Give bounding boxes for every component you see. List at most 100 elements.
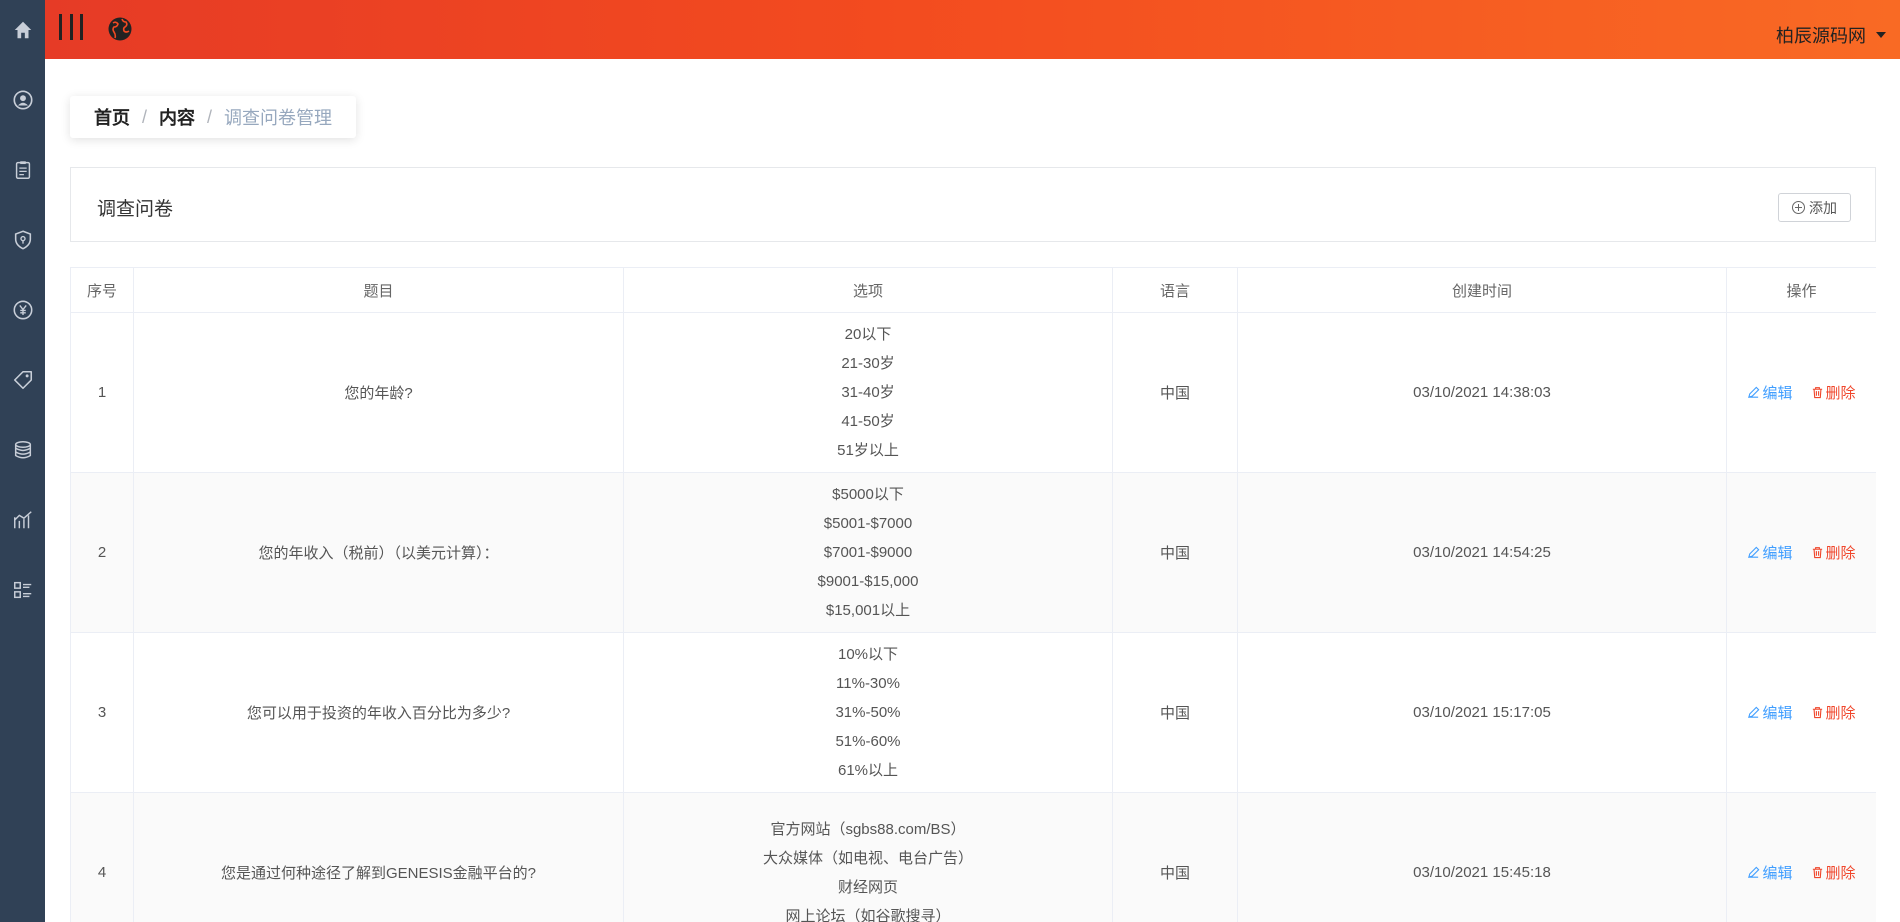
cell-question: 您的年龄?: [133, 312, 624, 473]
edit-label: 编辑: [1762, 385, 1793, 402]
cell-language: 中国: [1112, 632, 1238, 793]
breadcrumb-separator: /: [142, 106, 148, 127]
option-item: 61%以上: [837, 762, 899, 779]
cell-options: 10%以下 11%-30% 31%-50% 51%-60% 61%以上: [623, 632, 1113, 793]
edit-label: 编辑: [1762, 545, 1793, 562]
breadcrumb-separator: /: [207, 106, 213, 127]
option-item: 10%以下: [837, 646, 899, 663]
survey-table: 序号 题目 选项 语言 创建时间 操作 1 您的年龄? 20以下 21-30岁 31…: [70, 267, 1876, 922]
option-item: 11%-30%: [836, 675, 900, 692]
table-row: 3 您可以用于投资的年收入百分比为多少? 10%以下 11%-30% 31%-50%…: [70, 632, 1876, 793]
cell-language: 中国: [1112, 792, 1238, 922]
cell-options: 官方网站（sgbs88.com/BS） 大众媒体（如电视、电台广告） 财经网页 网上论…: [623, 792, 1113, 922]
column-header-created: 创建时间: [1237, 267, 1727, 313]
option-item: 31%-50%: [835, 704, 901, 721]
cell-question: 您是通过何种途径了解到GENESIS金融平台的?: [133, 792, 624, 922]
trash-icon: [1812, 867, 1822, 879]
table-row: 4 您是通过何种途径了解到GENESIS金融平台的? 官方网站（sgbs88.c…: [70, 792, 1876, 922]
cell-question: 您的年收入（税前）（以美元计算）：: [133, 472, 624, 633]
cell-index: 1: [70, 312, 134, 473]
delete-label: 删除: [1825, 385, 1856, 402]
edit-label: 编辑: [1762, 865, 1793, 882]
sidebar: [0, 0, 45, 922]
option-item: 51%-60%: [835, 733, 901, 750]
top-header: 柏辰源码网: [45, 0, 1900, 59]
site-name: 柏辰源码网: [1776, 26, 1866, 46]
column-header-language: 语言: [1112, 267, 1238, 313]
option-item: 51岁以上: [837, 442, 899, 459]
caret-down-icon: [1876, 32, 1886, 38]
column-header-question: 题目: [133, 267, 624, 313]
cell-question: 您可以用于投资的年收入百分比为多少?: [133, 632, 624, 793]
delete-button[interactable]: 删除: [1811, 382, 1856, 403]
option-item: 31-40岁: [841, 384, 895, 401]
option-item: 41-50岁: [841, 413, 895, 430]
cell-created: 03/10/2021 15:17:05: [1237, 632, 1727, 793]
menu-toggle-icon[interactable]: [59, 14, 83, 42]
user-menu[interactable]: 柏辰源码网: [1776, 22, 1886, 48]
cell-language: 中国: [1112, 312, 1238, 473]
table-row: 1 您的年龄? 20以下 21-30岁 31-40岁 41-50岁 51岁以上 中国 0…: [70, 312, 1876, 473]
list-icon[interactable]: [0, 570, 45, 610]
cell-created: 03/10/2021 15:45:18: [1237, 792, 1727, 922]
breadcrumb-content[interactable]: 内容: [159, 104, 195, 130]
cell-actions: 编辑 删除: [1726, 632, 1876, 793]
plus-circle-icon: [1792, 201, 1805, 214]
cell-index: 3: [70, 632, 134, 793]
edit-button[interactable]: 编辑: [1747, 382, 1793, 403]
edit-button[interactable]: 编辑: [1747, 702, 1793, 723]
cell-index: 4: [70, 792, 134, 922]
edit-label: 编辑: [1762, 705, 1793, 722]
add-button-label: 添加: [1809, 199, 1837, 216]
column-header-options: 选项: [623, 267, 1113, 313]
delete-label: 删除: [1825, 545, 1856, 562]
trash-icon: [1812, 707, 1822, 719]
option-item: 20以下: [844, 326, 892, 343]
cell-actions: 编辑 删除: [1726, 312, 1876, 473]
chart-icon[interactable]: [0, 500, 45, 540]
add-button[interactable]: 添加: [1778, 193, 1851, 222]
coins-icon[interactable]: [0, 430, 45, 470]
option-item: $7001-$9000: [823, 544, 913, 561]
breadcrumb: 首页 / 内容 / 调查问卷管理: [70, 96, 357, 138]
cell-created: 03/10/2021 14:38:03: [1237, 312, 1727, 473]
option-item: 财经网页: [837, 878, 898, 896]
trash-icon: [1812, 547, 1822, 559]
cell-language: 中国: [1112, 472, 1238, 633]
cell-actions: 编辑 删除: [1726, 792, 1876, 922]
breadcrumb-current: 调查问卷管理: [224, 108, 333, 128]
column-header-actions: 操作: [1726, 267, 1876, 313]
delete-label: 删除: [1825, 865, 1856, 882]
user-circle-icon[interactable]: [0, 80, 45, 120]
delete-button[interactable]: 删除: [1811, 862, 1856, 883]
shield-icon[interactable]: [0, 220, 45, 260]
home-icon[interactable]: [0, 10, 45, 50]
delete-button[interactable]: 删除: [1811, 702, 1856, 723]
survey-card-header: 调查问卷 添加: [70, 167, 1876, 242]
cell-options: 20以下 21-30岁 31-40岁 41-50岁 51岁以上: [623, 312, 1113, 473]
yen-icon[interactable]: [0, 290, 45, 330]
option-item: $5001-$7000: [823, 515, 913, 532]
trash-icon: [1812, 387, 1822, 399]
breadcrumb-home[interactable]: 首页: [94, 104, 130, 130]
option-item: $5000以下: [832, 486, 904, 503]
table-header-row: 序号 题目 选项 语言 创建时间 操作: [70, 267, 1876, 313]
delete-label: 删除: [1825, 705, 1856, 722]
option-item: $9001-$15,000: [817, 573, 919, 590]
globe-icon[interactable]: [107, 16, 133, 42]
edit-button[interactable]: 编辑: [1747, 862, 1793, 883]
option-item: $15,001以上: [825, 602, 911, 619]
column-header-index: 序号: [70, 267, 134, 313]
edit-button[interactable]: 编辑: [1747, 542, 1793, 563]
option-item: 21-30岁: [841, 355, 895, 372]
delete-button[interactable]: 删除: [1811, 542, 1856, 563]
cell-actions: 编辑 删除: [1726, 472, 1876, 633]
edit-icon: [1748, 866, 1760, 878]
clipboard-icon[interactable]: [0, 150, 45, 190]
edit-icon: [1748, 706, 1760, 718]
card-title: 调查问卷: [97, 199, 174, 220]
tag-icon[interactable]: [0, 360, 45, 400]
cell-options: $5000以下 $5001-$7000 $7001-$9000 $9001-$15,0…: [623, 472, 1113, 633]
cell-index: 2: [70, 472, 134, 633]
option-item: 网上论坛（如谷歌搜寻）: [785, 907, 951, 922]
